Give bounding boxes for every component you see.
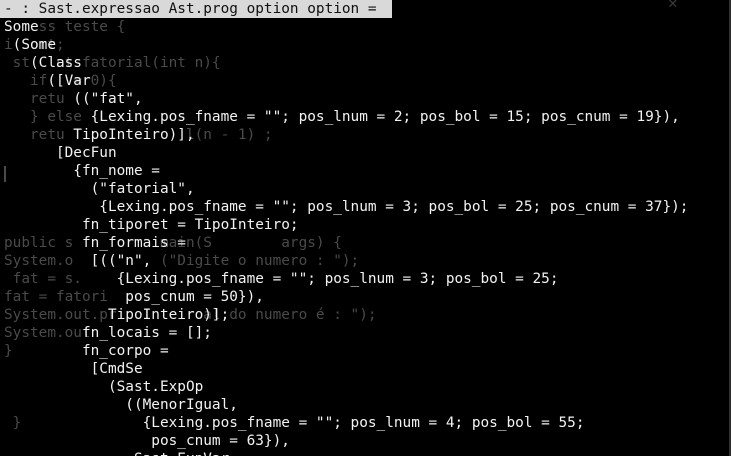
ocaml-output: Some (Some (Class ([Var (("fat", {Lexing… [0, 0, 731, 456]
output-line: [(("n", [4, 253, 152, 269]
output-line: fn_locais = []; [4, 325, 212, 341]
output-line: {fn_nome = [4, 163, 160, 179]
output-line: fn_tiporet = TipoInteiro; [4, 217, 299, 233]
output-line: [DecFun [4, 145, 117, 161]
output-line: (Sast.ExpOp [4, 379, 204, 395]
output-line: [CmdSe [4, 361, 143, 377]
output-line: Sast.ExpVar [4, 450, 229, 456]
output-line: fn_formais = [4, 235, 186, 251]
output-line: Some [4, 19, 39, 35]
output-line: TipoInteiro)], [4, 127, 195, 143]
output-line: pos_cnum = 63}), [4, 433, 290, 449]
output-line: pos_cnum = 50}), [4, 289, 264, 305]
output-line: fn_corpo = [4, 343, 169, 359]
output-line: TipoInteiro)]; [4, 307, 230, 323]
output-line: (("fat", [4, 91, 143, 107]
output-line: (Class [4, 55, 82, 71]
output-line: ((MenorIgual, [4, 397, 238, 413]
output-line: ([Var [4, 73, 91, 89]
output-line: {Lexing.pos_fname = ""; pos_lnum = 3; po… [4, 271, 559, 287]
toplevel-type-header: - : Sast.expressao Ast.prog option optio… [0, 0, 392, 18]
output-line: (Some [4, 37, 56, 53]
output-line: {Lexing.pos_fname = ""; pos_lnum = 2; po… [4, 109, 680, 125]
output-line: ("fatorial", [4, 181, 195, 197]
output-line: {Lexing.pos_fname = ""; pos_lnum = 3; po… [4, 199, 689, 215]
terminal-screen: ✕ ss teste {i ort; st nt fatorial(int n)… [0, 0, 731, 456]
output-line: {Lexing.pos_fname = ""; pos_lnum = 4; po… [4, 415, 585, 431]
